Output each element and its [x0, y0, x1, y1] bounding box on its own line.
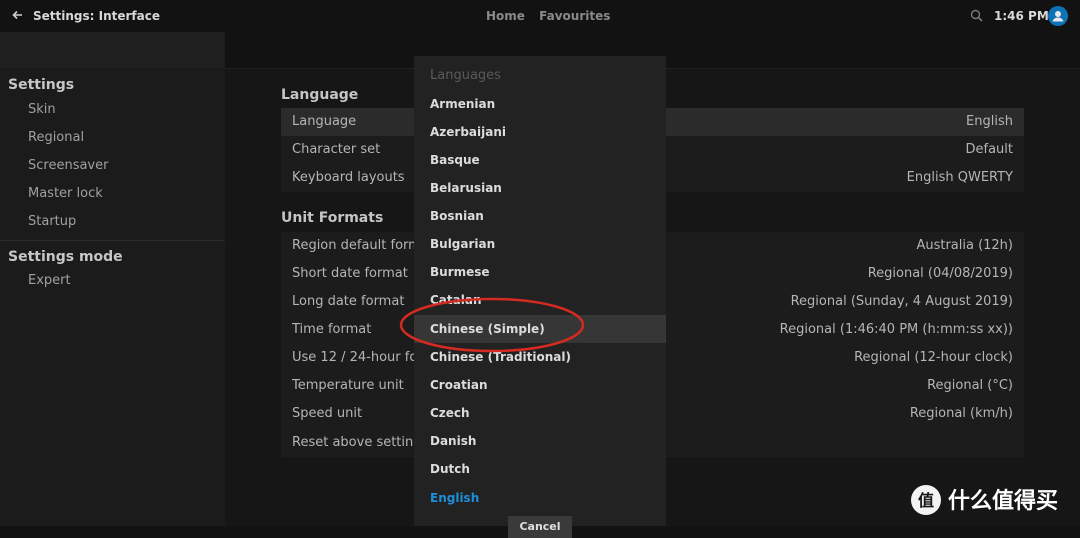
language-option[interactable]: Croatian — [414, 371, 666, 399]
setting-value: English — [966, 114, 1013, 129]
setting-label: Character set — [292, 142, 381, 157]
language-option[interactable]: Armenian — [414, 90, 666, 118]
setting-label: Reset above settings — [292, 435, 429, 450]
sidebar-section-settings-mode: Settings mode — [8, 249, 123, 265]
language-option-label: English — [430, 491, 480, 505]
language-option[interactable]: Basque — [414, 146, 666, 174]
setting-label: Short date format — [292, 266, 408, 281]
language-option-label: Bosnian — [430, 209, 484, 223]
language-option[interactable]: Dutch — [414, 455, 666, 483]
language-option[interactable]: Burmese — [414, 258, 666, 286]
setting-label: Region default format — [292, 238, 434, 253]
sidebar-item-regional[interactable]: Regional — [28, 130, 84, 145]
sidebar-section-settings: Settings — [8, 77, 75, 93]
sidebar-item-expert[interactable]: Expert — [28, 273, 71, 288]
language-option-focused[interactable]: Chinese (Simple) — [414, 315, 666, 343]
svg-text:什么值得买: 什么值得买 — [948, 488, 1058, 514]
language-option-label: Bulgarian — [430, 237, 496, 251]
sidebar-item-master-lock[interactable]: Master lock — [28, 186, 103, 201]
dialog-title: Languages — [430, 68, 501, 83]
setting-value: Regional (12-hour clock) — [854, 350, 1013, 365]
clock: 1:46 PM — [994, 9, 1049, 23]
nav-home[interactable]: Home — [486, 9, 525, 23]
setting-value: Regional (km/h) — [909, 406, 1013, 421]
profile-icon[interactable] — [1048, 6, 1068, 26]
sidebar-divider — [0, 240, 225, 241]
languages-dialog: Languages Armenian Azerbaijani Basque Be… — [414, 56, 666, 538]
back-arrow-icon[interactable] — [10, 7, 26, 23]
setting-value: Australia (12h) — [916, 238, 1013, 253]
top-bar: Settings: Interface Home Favourites 1:46… — [0, 0, 1080, 32]
language-option-label: Dutch — [430, 462, 470, 476]
language-option[interactable]: Czech — [414, 399, 666, 427]
language-option-label: Danish — [430, 434, 477, 448]
language-option-label: Chinese (Simple) — [430, 322, 545, 336]
language-option-label: Basque — [430, 153, 480, 167]
search-icon[interactable] — [970, 9, 983, 22]
language-option[interactable]: Danish — [414, 427, 666, 455]
language-option[interactable]: Azerbaijani — [414, 118, 666, 146]
language-option[interactable]: Catalan — [414, 286, 666, 314]
sidebar-item-startup[interactable]: Startup — [28, 214, 76, 229]
language-option-label: Czech — [430, 406, 470, 420]
setting-value: English QWERTY — [906, 170, 1013, 185]
setting-value: Regional (Sunday, 4 August 2019) — [790, 294, 1013, 309]
language-option-label: Chinese (Traditional) — [430, 350, 572, 364]
language-option-label: Azerbaijani — [430, 125, 506, 139]
setting-label: Long date format — [292, 294, 405, 309]
setting-label: Keyboard layouts — [292, 170, 405, 185]
sidebar-header-strip — [0, 32, 225, 68]
window-title: Settings: Interface — [33, 9, 160, 23]
group-title-unit-formats: Unit Formats — [281, 210, 384, 226]
top-nav: Home Favourites — [486, 9, 620, 23]
setting-label: Language — [292, 114, 357, 129]
setting-value: Default — [965, 142, 1014, 157]
language-option-selected[interactable]: English — [414, 484, 666, 512]
sidebar-item-screensaver[interactable]: Screensaver — [28, 158, 108, 173]
setting-value: Regional (°C) — [927, 378, 1013, 393]
language-option-label: Belarusian — [430, 181, 502, 195]
language-option-label: Armenian — [430, 97, 496, 111]
group-title-language: Language — [281, 87, 359, 103]
setting-label: Speed unit — [292, 406, 363, 421]
setting-label: Temperature unit — [292, 378, 404, 393]
language-option[interactable]: Bosnian — [414, 202, 666, 230]
sidebar-item-skin[interactable]: Skin — [28, 102, 56, 117]
language-option[interactable]: Chinese (Traditional) — [414, 343, 666, 371]
setting-label: Time format — [292, 322, 372, 337]
language-option-label: Burmese — [430, 265, 490, 279]
nav-favourites[interactable]: Favourites — [539, 9, 610, 23]
language-option-label: Catalan — [430, 293, 482, 307]
cancel-button[interactable]: Cancel — [508, 516, 572, 538]
language-option-label: Croatian — [430, 378, 488, 392]
svg-text:值: 值 — [918, 491, 934, 510]
watermark-logo: 值 什么值得买 — [911, 485, 1058, 515]
language-option[interactable]: Belarusian — [414, 174, 666, 202]
sidebar: Settings Skin Regional Screensaver Maste… — [0, 32, 225, 526]
setting-value: Regional (04/08/2019) — [867, 266, 1013, 281]
language-option[interactable]: Bulgarian — [414, 230, 666, 258]
setting-value: Regional (1:46:40 PM (h:mm:ss xx)) — [779, 322, 1013, 337]
